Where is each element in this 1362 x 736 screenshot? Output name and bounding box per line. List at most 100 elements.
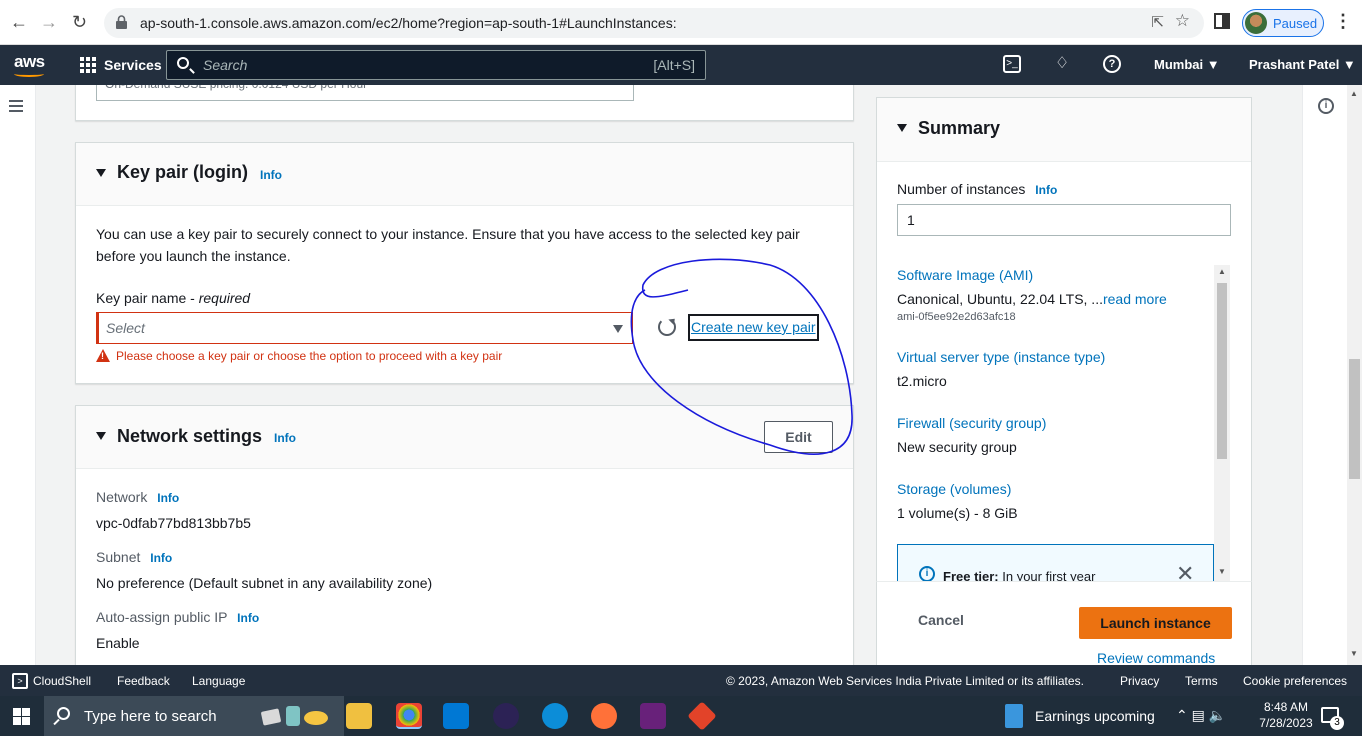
search-highlight-illustration bbox=[261, 706, 328, 726]
forward-arrow-icon[interactable]: → bbox=[40, 12, 58, 33]
free-tier-alert: i Free tier: In your first year ✕ bbox=[897, 544, 1214, 581]
cloudshell-link[interactable]: CloudShell bbox=[33, 674, 91, 688]
cookie-preferences-link[interactable]: Cookie preferences bbox=[1243, 674, 1347, 688]
instance-type-link[interactable]: Virtual server type (instance type) bbox=[897, 349, 1105, 365]
network-info-link[interactable]: Info bbox=[274, 431, 296, 445]
help-icon[interactable]: ? bbox=[1103, 55, 1121, 73]
side-panel-icon[interactable] bbox=[1214, 13, 1230, 29]
ami-link[interactable]: Software Image (AMI) bbox=[897, 267, 1033, 283]
storage-value: 1 volume(s) - 8 GiB bbox=[897, 505, 1018, 521]
collapse-triangle-icon[interactable] bbox=[96, 432, 106, 440]
subnet-info-link[interactable]: Info bbox=[150, 551, 172, 565]
services-menu[interactable]: Services bbox=[104, 57, 162, 73]
scroll-up-arrow-icon[interactable]: ▲ bbox=[1218, 267, 1226, 276]
account-menu[interactable]: Prashant Patel ▼ bbox=[1249, 57, 1356, 72]
instances-info-link[interactable]: Info bbox=[1035, 183, 1057, 197]
cancel-button[interactable]: Cancel bbox=[918, 612, 964, 628]
aws-logo[interactable]: aws bbox=[14, 52, 45, 72]
scrollbar-thumb[interactable] bbox=[1349, 359, 1360, 479]
scroll-down-arrow-icon[interactable]: ▼ bbox=[1350, 649, 1358, 658]
key-pair-name-label: Key pair name - required bbox=[96, 290, 251, 306]
firewall-link[interactable]: Firewall (security group) bbox=[897, 415, 1046, 431]
create-new-key-pair-link[interactable]: Create new key pair bbox=[688, 314, 819, 341]
warning-icon bbox=[96, 349, 110, 362]
review-commands-link[interactable]: Review commands bbox=[1097, 650, 1215, 665]
close-icon[interactable]: ✕ bbox=[1176, 561, 1194, 581]
search-placeholder: Search bbox=[203, 57, 248, 73]
instances-label: Number of instances Info bbox=[897, 181, 1058, 197]
public-ip-value: Enable bbox=[96, 635, 140, 651]
windows-taskbar: Type here to search Earnings upcoming ⌃ … bbox=[0, 696, 1362, 736]
ami-value: Canonical, Ubuntu, 22.04 LTS, ...read mo… bbox=[897, 291, 1167, 307]
profile-status: Paused bbox=[1273, 16, 1318, 31]
windows-start-icon[interactable] bbox=[13, 708, 30, 725]
chrome-icon[interactable] bbox=[396, 703, 422, 729]
summary-title: Summary bbox=[918, 118, 1001, 138]
file-explorer-icon[interactable] bbox=[346, 703, 372, 729]
key-pair-description: You can use a key pair to securely conne… bbox=[96, 226, 800, 264]
summary-scrollbar[interactable]: ▲ ▼ bbox=[1214, 265, 1230, 581]
collapse-triangle-icon[interactable] bbox=[897, 124, 907, 132]
taskbar-search-placeholder: Type here to search bbox=[84, 708, 217, 725]
address-bar[interactable]: ap-south-1.console.aws.amazon.com/ec2/ho… bbox=[104, 8, 1204, 38]
network-field-info-link[interactable]: Info bbox=[157, 491, 179, 505]
read-more-link[interactable]: read more bbox=[1103, 291, 1167, 307]
launch-instance-button[interactable]: Launch instance bbox=[1079, 607, 1232, 639]
number-of-instances-input[interactable]: 1 bbox=[897, 204, 1231, 236]
key-pair-info-link[interactable]: Info bbox=[260, 168, 282, 182]
subnet-value: No preference (Default subnet in any ava… bbox=[96, 575, 433, 591]
git-icon[interactable] bbox=[687, 701, 717, 731]
feedback-link[interactable]: Feedback bbox=[117, 674, 170, 688]
instance-type-value: t2.micro bbox=[897, 373, 947, 389]
scroll-down-arrow-icon[interactable]: ▼ bbox=[1218, 567, 1226, 576]
edge-icon[interactable] bbox=[542, 703, 568, 729]
instance-type-panel: On-Demand SUSE pricing: 0.0124 USD per H… bbox=[75, 85, 854, 121]
key-pair-panel: Key pair (login) Info You can use a key … bbox=[75, 142, 854, 384]
page-scrollbar[interactable]: ▲ ▼ bbox=[1347, 85, 1362, 665]
language-link[interactable]: Language bbox=[192, 674, 245, 688]
bookmark-star-icon[interactable]: ☆ bbox=[1175, 11, 1190, 31]
reload-icon[interactable]: ↻ bbox=[72, 12, 87, 33]
system-tray-icons[interactable]: ⌃ ▤ 🔈 bbox=[1176, 707, 1226, 724]
eclipse-icon[interactable] bbox=[493, 703, 519, 729]
scroll-up-arrow-icon[interactable]: ▲ bbox=[1350, 89, 1358, 98]
key-pair-select[interactable]: Select bbox=[96, 312, 633, 344]
scrollbar-thumb[interactable] bbox=[1217, 283, 1227, 459]
share-icon[interactable]: ⇱ bbox=[1151, 13, 1164, 31]
notifications-bell-icon[interactable]: ♢ bbox=[1053, 55, 1071, 73]
aws-top-nav: aws Services Search [Alt+S] >_ ♢ ? Mumba… bbox=[0, 45, 1362, 85]
cloudshell-icon[interactable]: > bbox=[12, 673, 28, 689]
cloudshell-icon[interactable]: >_ bbox=[1003, 55, 1021, 73]
key-pair-header[interactable]: Key pair (login) Info bbox=[76, 143, 853, 206]
terms-link[interactable]: Terms bbox=[1185, 674, 1218, 688]
network-settings-header[interactable]: Network settings Info Edit bbox=[76, 406, 853, 469]
copyright-text: © 2023, Amazon Web Services India Privat… bbox=[726, 674, 1084, 688]
profile-button[interactable]: Paused bbox=[1242, 9, 1324, 37]
console-search[interactable]: Search [Alt+S] bbox=[166, 50, 706, 80]
firefox-icon[interactable] bbox=[591, 703, 617, 729]
news-widget-icon bbox=[1005, 704, 1023, 728]
edit-button[interactable]: Edit bbox=[764, 421, 833, 453]
lock-icon bbox=[116, 15, 127, 29]
visual-studio-icon[interactable] bbox=[640, 703, 666, 729]
hamburger-menu-icon[interactable] bbox=[9, 100, 23, 112]
public-ip-info-link[interactable]: Info bbox=[237, 611, 259, 625]
clock[interactable]: 8:48 AM 7/28/2023 bbox=[1256, 699, 1316, 731]
info-panel-icon[interactable]: i bbox=[1318, 98, 1334, 114]
privacy-link[interactable]: Privacy bbox=[1120, 674, 1159, 688]
taskbar-search[interactable]: Type here to search bbox=[44, 696, 344, 736]
vscode-icon[interactable] bbox=[443, 703, 469, 729]
browser-menu-icon[interactable]: ⋮ bbox=[1334, 11, 1352, 32]
back-arrow-icon[interactable]: ← bbox=[10, 12, 28, 33]
refresh-icon[interactable] bbox=[658, 318, 676, 336]
free-tier-text: Free tier: In your first year bbox=[943, 569, 1096, 581]
summary-actions: Cancel Launch instance Review commands bbox=[876, 581, 1252, 665]
region-selector[interactable]: Mumbai ▼ bbox=[1154, 57, 1220, 72]
summary-header[interactable]: Summary bbox=[877, 98, 1251, 162]
key-pair-title: Key pair (login) bbox=[117, 162, 249, 182]
collapse-triangle-icon[interactable] bbox=[96, 169, 106, 177]
earnings-widget[interactable]: Earnings upcoming bbox=[1035, 708, 1155, 724]
services-grid-icon[interactable] bbox=[80, 57, 96, 73]
storage-link[interactable]: Storage (volumes) bbox=[897, 481, 1011, 497]
select-placeholder: Select bbox=[106, 320, 145, 336]
